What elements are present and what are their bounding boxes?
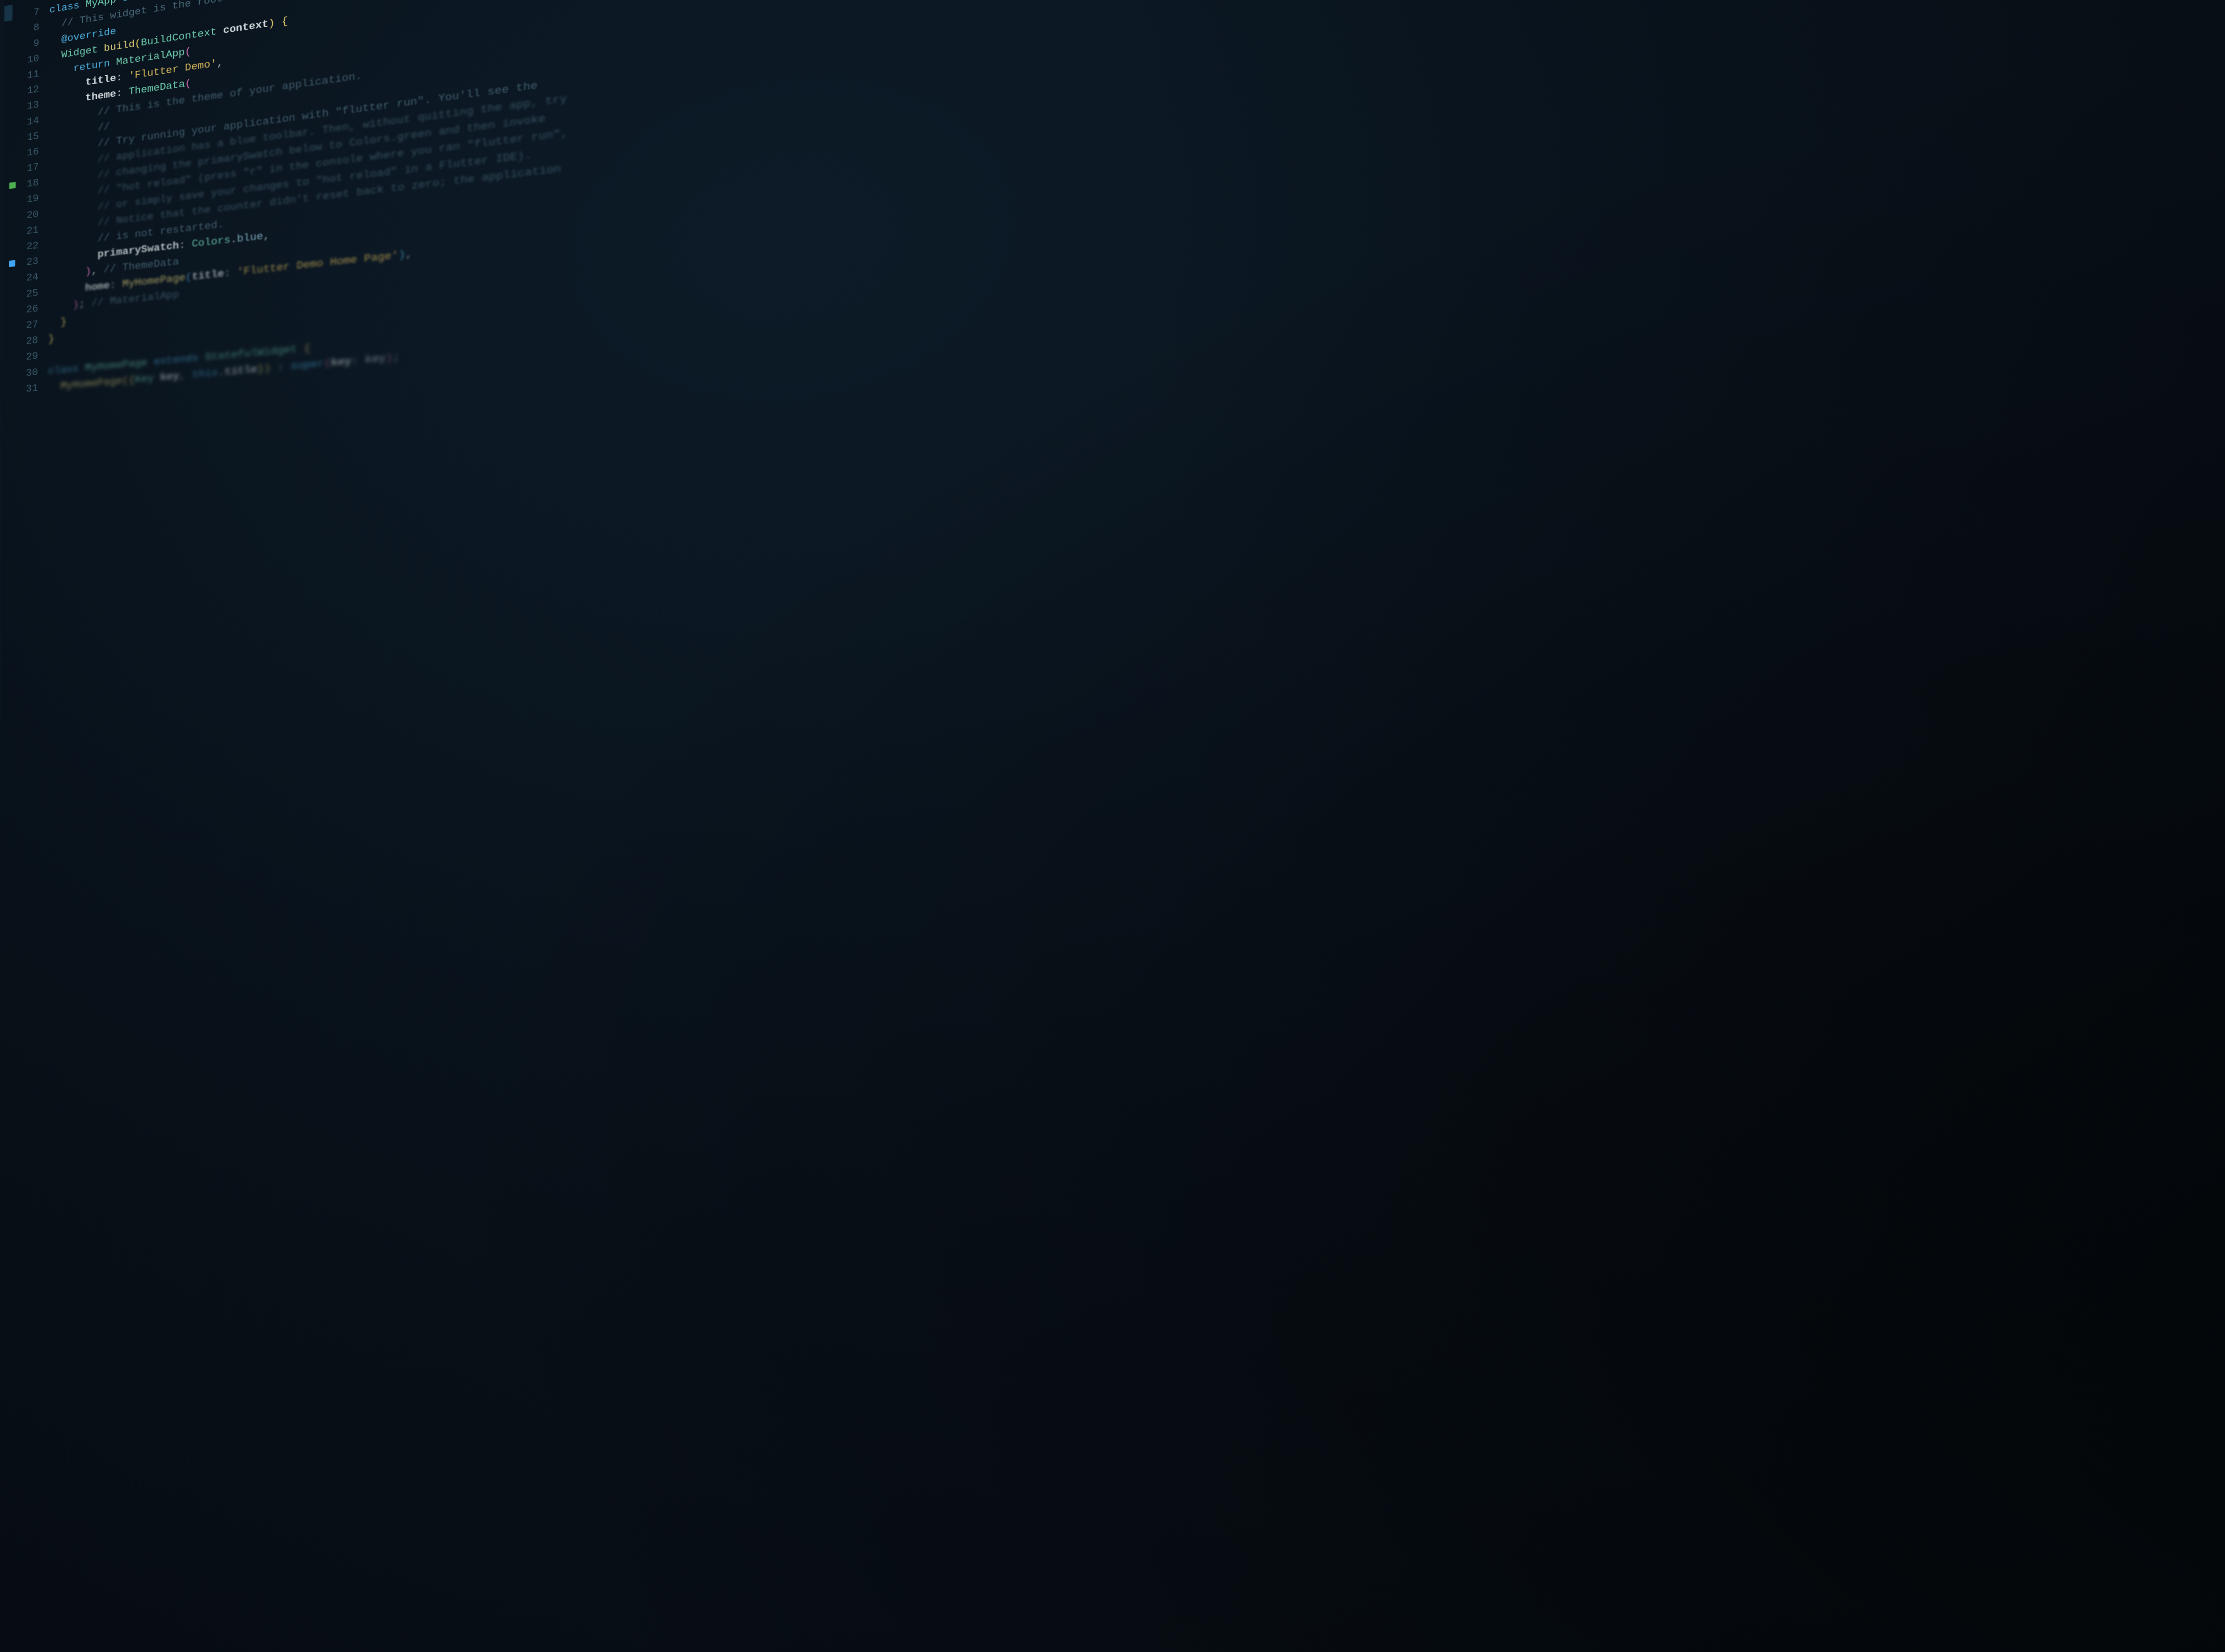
gutter-marker-slot[interactable] — [4, 125, 22, 128]
gutter-marker-slot[interactable] — [3, 259, 21, 268]
token-paren2: ) — [85, 266, 91, 278]
line-number: 27 — [21, 316, 49, 334]
gutter-marker-slot[interactable] — [4, 94, 22, 97]
token-kw: class — [48, 362, 85, 377]
token-type: Colors — [192, 234, 231, 250]
token-named: theme — [85, 89, 116, 104]
code-editor[interactable]: 67class MyApp extends StatelessWidget {8… — [0, 0, 2225, 1652]
token-paren2: ( — [324, 357, 331, 369]
token-paren3: ( — [186, 271, 192, 283]
token-punct: : — [179, 239, 192, 251]
token-paren2: ( — [185, 46, 191, 58]
current-line-indicator — [4, 5, 12, 22]
gutter-marker-slot[interactable] — [3, 329, 21, 331]
token-paren3: ) — [398, 248, 405, 261]
token-paren2: ) — [386, 352, 393, 364]
token-named: title — [192, 267, 224, 283]
token-punct: , — [179, 369, 192, 382]
token-punct: . — [218, 366, 225, 379]
token-paren: ( — [135, 37, 141, 49]
token-kw: extends — [154, 352, 205, 368]
gutter-marker-slot[interactable] — [4, 181, 22, 190]
gutter-marker-slot[interactable] — [3, 250, 21, 252]
gutter-marker-slot[interactable] — [4, 79, 22, 81]
token-punct: , — [217, 57, 223, 69]
token-paren: ( — [122, 375, 129, 387]
info-marker-icon[interactable] — [9, 260, 15, 267]
gutter-marker-slot[interactable] — [3, 235, 21, 237]
token-punct: , — [91, 264, 104, 277]
token-named: home — [85, 280, 110, 294]
token-ident: key — [365, 352, 386, 366]
token-punct: : — [277, 360, 291, 373]
token-fn: build — [104, 38, 134, 54]
token-punct: : — [116, 71, 129, 84]
gutter-marker-slot[interactable] — [3, 376, 21, 378]
token-punct: : — [224, 266, 237, 279]
token-cmt: // — [97, 121, 110, 134]
token-punct: , — [263, 230, 270, 243]
line-number: 28 — [21, 332, 49, 350]
token-brace: } — [48, 333, 54, 345]
token-paren2: ( — [185, 78, 191, 90]
token-brace: { — [129, 374, 135, 386]
token-punct: . — [231, 234, 237, 246]
token-paren: ) — [264, 362, 277, 375]
token-prop: blue — [237, 231, 263, 245]
token-param: key — [160, 370, 179, 384]
token-paren: ) — [268, 16, 282, 29]
line-number: 31 — [20, 379, 48, 397]
gutter-marker-slot[interactable] — [4, 32, 22, 35]
token-named: title — [224, 364, 257, 378]
gutter-marker-slot[interactable] — [4, 48, 22, 51]
gutter-marker-slot[interactable] — [4, 156, 21, 158]
token-paren2: ) — [73, 299, 79, 311]
gutter-marker-slot[interactable] — [3, 219, 21, 221]
token-type: Key — [135, 372, 160, 386]
token-kw: super — [291, 357, 324, 372]
gutter-marker-slot[interactable] — [2, 392, 20, 393]
line-number: 30 — [20, 364, 48, 382]
gutter-marker-slot[interactable] — [4, 63, 22, 66]
token-kw: this — [192, 367, 218, 381]
gutter-marker-slot[interactable] — [4, 141, 21, 143]
gutter-marker-slot[interactable] — [3, 360, 21, 362]
token-punct: : — [110, 279, 122, 292]
token-punct: ; — [79, 298, 91, 310]
token-punct: : — [116, 87, 129, 100]
gutter-marker-slot[interactable] — [3, 313, 21, 315]
gutter-marker-slot[interactable] — [4, 110, 22, 113]
token-named: title — [85, 73, 116, 88]
token-brace: { — [281, 15, 288, 28]
token-punct: ; — [392, 351, 400, 364]
token-named: key — [331, 355, 352, 369]
gutter-marker-slot[interactable] — [3, 281, 21, 283]
gutter-marker-slot[interactable] — [4, 2, 22, 5]
token-brace: } — [257, 363, 264, 375]
gutter-marker-slot[interactable] — [3, 344, 21, 346]
token-punct: : — [351, 354, 365, 367]
gutter-marker-slot[interactable] — [4, 172, 21, 174]
gutter-marker-slot[interactable] — [4, 203, 22, 205]
token-brace: { — [304, 342, 311, 354]
modified-marker-icon[interactable] — [9, 182, 16, 189]
line-number: 29 — [20, 348, 48, 366]
token-punct: , — [405, 248, 413, 261]
token-fn: MyHomePage — [60, 375, 122, 392]
token-brace: } — [61, 316, 67, 328]
gutter-marker-slot[interactable] — [3, 297, 21, 299]
